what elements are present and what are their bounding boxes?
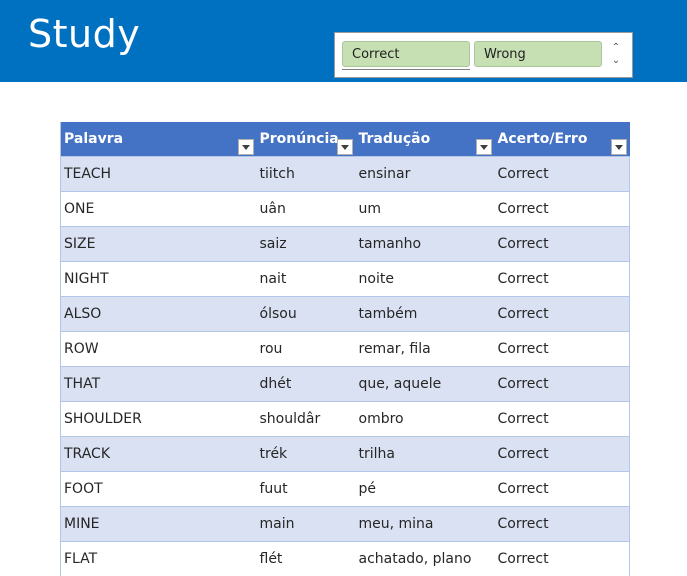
cell-pronuncia[interactable]: shouldâr xyxy=(257,402,356,437)
table-row: ONEuânumCorrect xyxy=(61,192,630,227)
cell-traducao[interactable]: achatado, plano xyxy=(356,542,495,576)
cell-pronuncia[interactable]: nait xyxy=(257,262,356,297)
table-row: FOOTfuutpéCorrect xyxy=(61,472,630,507)
cell-acerto-erro[interactable]: Correct xyxy=(495,367,630,402)
table-row: ALSOólsoutambémCorrect xyxy=(61,297,630,332)
study-table: Palavra Pronúncia Tradução Acerto/Erro T… xyxy=(60,122,630,576)
cell-acerto-erro[interactable]: Correct xyxy=(495,542,630,576)
cell-palavra[interactable]: TEACH xyxy=(61,157,257,192)
cell-acerto-erro[interactable]: Correct xyxy=(495,297,630,332)
table-row: MINEmainmeu, minaCorrect xyxy=(61,507,630,542)
slicer-item-correct[interactable]: Correct xyxy=(342,41,470,67)
cell-traducao[interactable]: noite xyxy=(356,262,495,297)
cell-pronuncia[interactable]: uân xyxy=(257,192,356,227)
table-header-row: Palavra Pronúncia Tradução Acerto/Erro xyxy=(61,122,630,157)
cell-pronuncia[interactable]: tiitch xyxy=(257,157,356,192)
cell-traducao[interactable]: também xyxy=(356,297,495,332)
cell-traducao[interactable]: um xyxy=(356,192,495,227)
cell-acerto-erro[interactable]: Correct xyxy=(495,192,630,227)
table-row: TEACHtiitchensinarCorrect xyxy=(61,157,630,192)
cell-acerto-erro[interactable]: Correct xyxy=(495,507,630,542)
table-row: SIZEsaiztamanhoCorrect xyxy=(61,227,630,262)
table-row: FLATflétachatado, planoCorrect xyxy=(61,542,630,576)
cell-traducao[interactable]: remar, fila xyxy=(356,332,495,367)
slicer-divider xyxy=(342,69,470,70)
cell-pronuncia[interactable]: flét xyxy=(257,542,356,576)
slicer-panel: Correct Wrong ⌃ ⌄ xyxy=(334,32,633,78)
cell-pronuncia[interactable]: main xyxy=(257,507,356,542)
cell-traducao[interactable]: pé xyxy=(356,472,495,507)
cell-pronuncia[interactable]: ólsou xyxy=(257,297,356,332)
column-header-traducao: Tradução xyxy=(356,122,495,157)
column-header-acerto-erro: Acerto/Erro xyxy=(495,122,630,157)
cell-acerto-erro[interactable]: Correct xyxy=(495,437,630,472)
cell-traducao[interactable]: que, aquele xyxy=(356,367,495,402)
cell-palavra[interactable]: ONE xyxy=(61,192,257,227)
column-header-pronuncia: Pronúncia xyxy=(257,122,356,157)
cell-palavra[interactable]: SHOULDER xyxy=(61,402,257,437)
cell-acerto-erro[interactable]: Correct xyxy=(495,402,630,437)
filter-dropdown-icon[interactable] xyxy=(611,139,627,155)
chevron-up-icon[interactable]: ⌃ xyxy=(608,41,624,54)
cell-traducao[interactable]: ombro xyxy=(356,402,495,437)
filter-dropdown-icon[interactable] xyxy=(337,139,353,155)
table-row: NIGHTnaitnoiteCorrect xyxy=(61,262,630,297)
page-title: Study xyxy=(28,12,140,56)
cell-pronuncia[interactable]: trék xyxy=(257,437,356,472)
cell-acerto-erro[interactable]: Correct xyxy=(495,157,630,192)
cell-traducao[interactable]: tamanho xyxy=(356,227,495,262)
cell-acerto-erro[interactable]: Correct xyxy=(495,332,630,367)
filter-dropdown-icon[interactable] xyxy=(476,139,492,155)
slicer-item-wrong[interactable]: Wrong xyxy=(474,41,602,67)
table-row: TRACKtréktrilhaCorrect xyxy=(61,437,630,472)
cell-palavra[interactable]: NIGHT xyxy=(61,262,257,297)
cell-palavra[interactable]: TRACK xyxy=(61,437,257,472)
cell-palavra[interactable]: ALSO xyxy=(61,297,257,332)
cell-palavra[interactable]: SIZE xyxy=(61,227,257,262)
column-header-palavra: Palavra xyxy=(61,122,257,157)
cell-palavra[interactable]: FOOT xyxy=(61,472,257,507)
filter-dropdown-icon[interactable] xyxy=(238,139,254,155)
cell-acerto-erro[interactable]: Correct xyxy=(495,262,630,297)
table-row: THATdhétque, aqueleCorrect xyxy=(61,367,630,402)
cell-acerto-erro[interactable]: Correct xyxy=(495,472,630,507)
cell-palavra[interactable]: ROW xyxy=(61,332,257,367)
cell-palavra[interactable]: THAT xyxy=(61,367,257,402)
cell-traducao[interactable]: trilha xyxy=(356,437,495,472)
cell-pronuncia[interactable]: fuut xyxy=(257,472,356,507)
cell-traducao[interactable]: meu, mina xyxy=(356,507,495,542)
cell-palavra[interactable]: MINE xyxy=(61,507,257,542)
table-row: ROWrouremar, filaCorrect xyxy=(61,332,630,367)
cell-acerto-erro[interactable]: Correct xyxy=(495,227,630,262)
slicer-scrollbar[interactable]: ⌃ ⌄ xyxy=(608,41,624,69)
cell-traducao[interactable]: ensinar xyxy=(356,157,495,192)
cell-palavra[interactable]: FLAT xyxy=(61,542,257,576)
chevron-down-icon[interactable]: ⌄ xyxy=(608,54,624,67)
cell-pronuncia[interactable]: saiz xyxy=(257,227,356,262)
table-row: SHOULDERshouldârombroCorrect xyxy=(61,402,630,437)
cell-pronuncia[interactable]: dhét xyxy=(257,367,356,402)
cell-pronuncia[interactable]: rou xyxy=(257,332,356,367)
